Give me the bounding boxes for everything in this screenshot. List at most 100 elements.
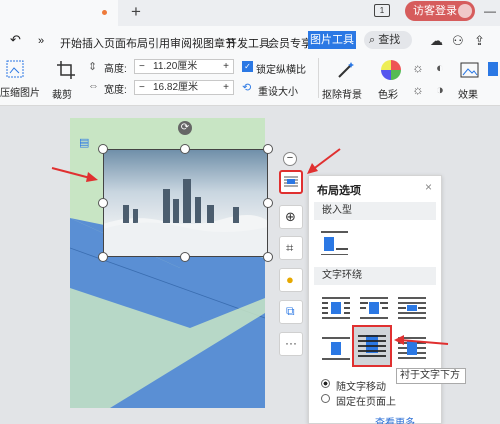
contrast-up-icon[interactable]: ◐ [436,60,444,75]
brightness-up-icon[interactable]: ☼ [412,60,424,75]
toolbar-divider [318,58,319,98]
resize-handle-right[interactable] [263,198,273,208]
width-value[interactable]: 16.82厘米 [153,81,198,94]
annotation-arrow-left [51,167,98,182]
crop-label[interactable]: 裁剪 [52,86,72,101]
page-document-icon: ▤ [79,137,90,149]
height-value[interactable]: 11.20厘米 [153,60,197,73]
height-label: 高度: [104,64,127,75]
tooltip: 衬于文字下方 [396,368,466,384]
avatar [458,4,472,18]
search-label: 查找 [378,34,401,46]
width-label: 宽度: [104,85,127,96]
compress-picture-label[interactable]: 压缩图片 [0,84,40,99]
inline-section-header: 嵌入型 [314,202,436,220]
width-increase-button[interactable]: + [223,81,229,94]
reset-size-label[interactable]: 重设大小 [258,83,298,98]
height-increase-button[interactable]: + [223,60,229,73]
crop-icon[interactable] [56,60,76,80]
picture-effects-icon[interactable] [460,60,480,80]
share-icon[interactable]: ⇪ [474,33,485,49]
width-icon: ⇔ [88,80,99,92]
tab-member[interactable]: 会员专享 [268,35,312,51]
zoom-button[interactable]: ⊕ [279,205,303,229]
width-decrease-button[interactable]: − [139,81,145,94]
annotation-arrow-right [394,335,449,345]
cloud-icon[interactable]: ☁ [430,33,443,49]
reset-size-icon[interactable]: ⟲ [242,81,251,94]
ai-tips-button[interactable]: ● [279,268,303,292]
convert-icon: ⧉ [286,304,295,318]
wrap-through-option[interactable] [398,297,426,319]
remove-background-icon[interactable] [336,60,356,80]
tab-review[interactable]: 审阅 [170,35,192,51]
tab-page-layout[interactable]: 页面布局 [104,35,148,51]
lightbulb-icon: ● [286,272,294,287]
fix-on-page-radio[interactable] [321,394,330,403]
effects-label[interactable]: 效果 [458,86,478,101]
brightness-down-icon[interactable]: ☼ [412,82,424,97]
picture-selection-frame [103,149,268,257]
layout-options-button[interactable] [279,170,303,194]
ribbon-expand-button[interactable]: » [38,35,44,47]
contrast-down-icon[interactable]: ◑ [436,82,444,97]
height-stepper[interactable]: −11.20厘米 + [134,59,234,74]
fix-on-page-label[interactable]: 固定在页面上 [336,393,396,408]
tab-developer[interactable]: 开发工具 [226,35,270,51]
collaborate-icon[interactable]: ⚇ [452,33,464,49]
resize-handle-bottom-right[interactable] [263,252,273,262]
see-more-link[interactable]: 查看更多... [375,414,423,424]
tab-view[interactable]: 视图 [192,35,214,51]
search-button[interactable]: ⌕ 查找 [364,31,412,49]
tab-home[interactable]: 开始 [60,35,82,51]
tab-picture-tools[interactable]: 图片工具 [308,31,356,49]
wrap-top-bottom-option[interactable] [322,337,350,360]
behind-text-icon [358,335,386,357]
picture-to-doc-button[interactable]: ⧉ [279,300,303,324]
resize-handle-left[interactable] [98,198,108,208]
annotation-arrow-top [307,148,341,174]
wrap-tight-option[interactable] [360,297,388,319]
tab-references[interactable]: 引用 [148,35,170,51]
move-with-text-label[interactable]: 随文字移动 [336,378,386,393]
remove-background-label[interactable]: 抠除背景 [322,86,362,101]
more-options-button[interactable]: ··· [279,332,303,356]
lock-ratio-label[interactable]: 锁定纵横比 [256,61,306,76]
new-tab-button[interactable]: + [131,3,141,21]
lock-ratio-checkbox[interactable]: ✓ [242,61,253,72]
picture-border-icon[interactable] [488,62,498,76]
crop-quick-button[interactable]: ⌗ [279,236,303,260]
visitor-login-button[interactable]: 访客登录 [405,1,475,21]
document-tab[interactable] [0,0,118,26]
panel-title: 布局选项 [317,185,361,197]
resize-handle-bottom[interactable] [180,252,190,262]
wrap-square-option[interactable] [322,297,350,319]
page-count-badge[interactable]: 1 [374,4,390,17]
height-icon: ⇕ [88,61,98,73]
undo-button[interactable]: ↶ [10,32,21,48]
search-icon: ⌕ [369,34,376,46]
resize-handle-top[interactable] [180,144,190,154]
tab-insert[interactable]: 插入 [82,35,104,51]
move-with-text-radio[interactable] [321,379,330,388]
visitor-login-label: 访客登录 [413,5,457,17]
width-stepper[interactable]: −16.82厘米 + [134,80,234,95]
height-decrease-button[interactable]: − [139,60,145,73]
rotate-handle-icon[interactable]: ⟳ [178,121,192,135]
wrap-inline-option[interactable] [320,229,348,255]
color-palette-icon[interactable] [381,60,401,80]
resize-handle-top-right[interactable] [263,144,273,154]
color-label[interactable]: 色彩 [378,86,398,101]
close-icon[interactable]: × [425,180,432,194]
resize-handle-bottom-left[interactable] [98,252,108,262]
text-wrap-icon [284,176,298,187]
unsaved-dot [102,10,107,15]
zoom-icon: ⊕ [285,209,296,224]
crop-quick-icon: ⌗ [286,240,294,255]
quick-tool-rail: ⊕ ⌗ ● ⧉ ··· [279,150,305,360]
compress-picture-icon[interactable] [6,60,24,78]
wrap-behind-text-option[interactable] [352,325,392,367]
wrap-section-header: 文字环绕 [314,267,436,285]
minimize-button[interactable]: — [484,4,496,18]
resize-handle-top-left[interactable] [98,144,108,154]
